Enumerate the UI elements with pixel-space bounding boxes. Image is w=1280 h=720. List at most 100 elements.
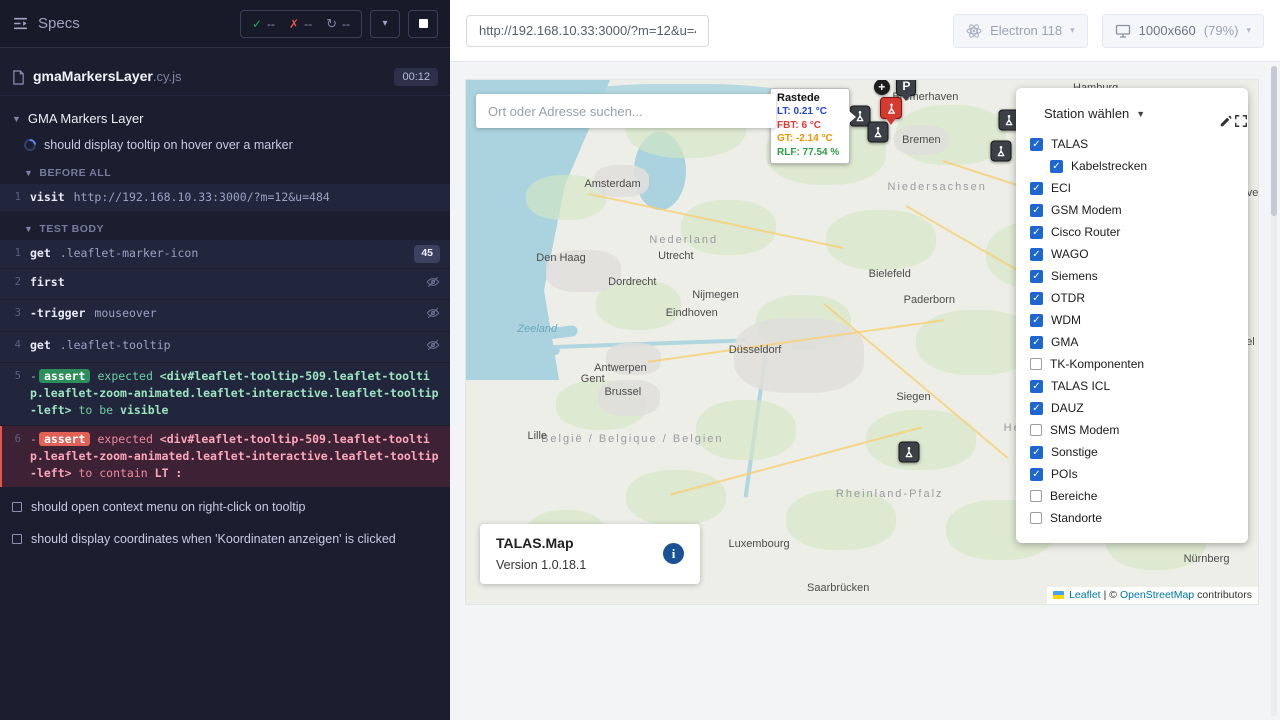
station-filter-item[interactable]: ✓POIs <box>1016 463 1248 485</box>
checkbox[interactable]: ✓ <box>1030 248 1043 261</box>
command-row[interactable]: 4get.leaflet-tooltip <box>0 332 450 362</box>
osm-link[interactable]: OpenStreetMap <box>1120 589 1194 601</box>
specs-list-icon[interactable] <box>12 15 29 32</box>
checkbox[interactable]: ✓ <box>1030 336 1043 349</box>
checkbox[interactable]: ✓ <box>1050 160 1063 173</box>
checkbox[interactable]: ✓ <box>1030 138 1043 151</box>
checkbox[interactable] <box>1030 490 1042 502</box>
before-all-section[interactable]: ▼ BEFORE ALL <box>0 159 450 184</box>
command-text: first <box>30 274 418 291</box>
app-scrollbar[interactable] <box>1271 66 1277 716</box>
checkbox[interactable]: ✓ <box>1030 314 1043 327</box>
stat-passed: ✓-- <box>252 17 275 31</box>
spec-name[interactable]: gmaMarkersLayer <box>33 68 153 84</box>
electron-icon <box>966 23 982 39</box>
assert-pill: assert <box>39 432 91 446</box>
scrollbar-thumb[interactable] <box>1271 66 1277 216</box>
checkbox[interactable]: ✓ <box>1030 380 1043 393</box>
map-label: Siegen <box>896 391 930 403</box>
station-filter-item[interactable]: ✓DAUZ <box>1016 397 1248 419</box>
station-marker[interactable] <box>867 121 888 142</box>
browser-select[interactable]: Electron 118 ▾ <box>953 14 1088 48</box>
pending-test-row[interactable]: should open context menu on right-click … <box>0 491 450 523</box>
test-body-section[interactable]: ▼ TEST BODY <box>0 215 450 240</box>
pending-icon <box>12 534 22 544</box>
command-row[interactable]: 3-triggermouseover <box>0 300 450 330</box>
assert-pill: assert <box>39 369 91 383</box>
station-filter-item[interactable]: ✓TALAS <box>1016 133 1248 155</box>
station-filter-item[interactable]: TK-Komponenten <box>1016 353 1248 375</box>
checkbox[interactable]: ✓ <box>1030 226 1043 239</box>
stat-pending: ↻-- <box>326 16 350 32</box>
checkbox[interactable]: ✓ <box>1030 204 1043 217</box>
map-search-box <box>476 94 776 128</box>
pending-test-row[interactable]: should display coordinates when 'Koordin… <box>0 523 450 555</box>
test-stats: ✓-- ✗-- ↻-- <box>240 10 362 38</box>
pending-test-title: should open context menu on right-click … <box>31 500 305 514</box>
station-filter-item[interactable]: ✓GMA <box>1016 331 1248 353</box>
station-filter-item[interactable]: ✓OTDR <box>1016 287 1248 309</box>
station-panel-title[interactable]: Station wählen <box>1044 106 1129 121</box>
plus-marker[interactable]: + <box>874 80 890 95</box>
checkbox[interactable]: ✓ <box>1030 402 1043 415</box>
search-input[interactable] <box>476 94 776 128</box>
station-filter-panel: Station wählen ▼ ✓TALAS✓Kabelstrecken✓EC… <box>1016 88 1248 543</box>
viewport-select[interactable]: 1000x660 (79%) ▾ <box>1102 14 1264 48</box>
app-preview-panel: Electron 118 ▾ 1000x660 (79%) ▾ HamburgB… <box>450 0 1280 720</box>
checkbox[interactable]: ✓ <box>1030 446 1043 459</box>
station-filter-item[interactable]: ✓Siemens <box>1016 265 1248 287</box>
station-filter-item[interactable]: ✓GSM Modem <box>1016 199 1248 221</box>
checkbox[interactable] <box>1030 512 1042 524</box>
command-row[interactable]: 1visithttp://192.168.10.33:3000/?m=12&u=… <box>0 184 450 211</box>
alarm-station-marker[interactable] <box>880 97 902 119</box>
checkbox[interactable]: ✓ <box>1030 270 1043 283</box>
station-filter-item[interactable]: ✓Sonstige <box>1016 441 1248 463</box>
command-row[interactable]: 5-assertexpected <div#leaflet-tooltip-50… <box>0 363 450 425</box>
station-filter-item[interactable]: ✓Cisco Router <box>1016 221 1248 243</box>
specs-label: Specs <box>38 15 80 32</box>
station-marker[interactable] <box>990 140 1011 161</box>
map-label: Utrecht <box>658 250 693 262</box>
checkbox[interactable] <box>1030 424 1042 436</box>
collapse-button[interactable]: ▾ <box>370 10 400 38</box>
chevron-down-icon[interactable]: ▼ <box>1136 109 1145 119</box>
station-marker[interactable] <box>898 442 919 463</box>
command-row[interactable]: 1get.leaflet-marker-icon45 <box>0 240 450 268</box>
suite-row[interactable]: ▼ GMA Markers Layer <box>0 104 450 133</box>
tooltip-value: FBT: 6 °C <box>777 119 843 133</box>
leaflet-link[interactable]: Leaflet <box>1069 589 1101 601</box>
command-text: visithttp://192.168.10.33:3000/?m=12&u=4… <box>30 189 440 206</box>
command-row[interactable]: 6-assertexpected <div#leaflet-tooltip-50… <box>0 426 450 488</box>
tooltip-value: RLF: 77.54 % <box>777 146 843 160</box>
command-message: .leaflet-tooltip <box>60 338 171 352</box>
station-filter-item[interactable]: ✓WDM <box>1016 309 1248 331</box>
command-message: mouseover <box>94 306 156 320</box>
station-filter-item[interactable]: ✓TALAS ICL <box>1016 375 1248 397</box>
station-filter-item[interactable]: Standorte <box>1016 507 1248 529</box>
map-label: Paderborn <box>904 294 955 306</box>
spec-file-icon <box>12 70 25 85</box>
checkbox[interactable] <box>1030 358 1042 370</box>
visibility-off-icon <box>426 275 440 294</box>
map-attribution: Leaflet | © OpenStreetMap contributors <box>1047 587 1258 604</box>
chevron-down-icon: ▾ <box>1246 25 1251 36</box>
checkbox[interactable]: ✓ <box>1030 182 1043 195</box>
info-icon[interactable]: i <box>663 543 684 564</box>
leaflet-map[interactable]: HamburgBremerhavenBremenGroningenLeeuwar… <box>466 80 1258 604</box>
p-marker[interactable]: P <box>896 80 916 96</box>
station-filter-item[interactable]: ✓ECI <box>1016 177 1248 199</box>
url-input[interactable] <box>466 15 709 47</box>
map-label: Saarbrücken <box>807 582 869 594</box>
active-test-row[interactable]: should display tooltip on hover over a m… <box>0 133 450 159</box>
station-filter-item[interactable]: ✓Kabelstrecken <box>1016 155 1248 177</box>
station-filter-item[interactable]: SMS Modem <box>1016 419 1248 441</box>
chevron-down-icon: ▾ <box>382 18 387 29</box>
checkbox[interactable]: ✓ <box>1030 292 1043 305</box>
checkbox[interactable]: ✓ <box>1030 468 1043 481</box>
command-text: get.leaflet-marker-icon <box>30 245 406 262</box>
stop-button[interactable] <box>408 10 438 38</box>
command-method: get <box>30 338 51 352</box>
command-row[interactable]: 2first <box>0 269 450 299</box>
station-filter-item[interactable]: Bereiche <box>1016 485 1248 507</box>
station-filter-item[interactable]: ✓WAGO <box>1016 243 1248 265</box>
